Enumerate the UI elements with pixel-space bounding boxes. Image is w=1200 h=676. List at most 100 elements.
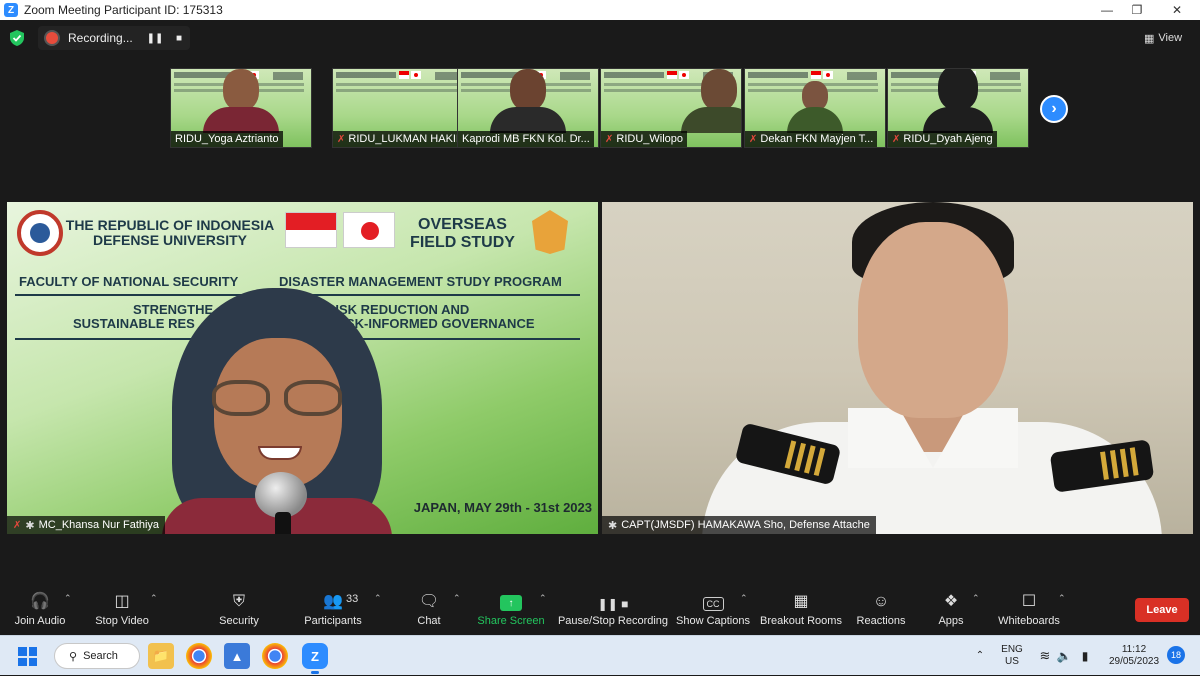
main-video-tile[interactable]: THE REPUBLIC OF INDONESIA DEFENSE UNIVER… (7, 202, 598, 534)
mic-muted-icon: ✗ (749, 133, 758, 145)
window-titlebar: Z Zoom Meeting Participant ID: 175313 — … (0, 0, 1200, 20)
meeting-toolbar: 🎧 Join Audio ⌃ ◫ Stop Video ⌃ ⛨ Security… (0, 585, 1200, 635)
stop-video-button[interactable]: ◫ Stop Video (92, 585, 152, 635)
chat-button[interactable]: 🗨 Chat (412, 585, 446, 635)
participants-icon: 👥 (323, 593, 343, 610)
whiteboard-icon: ☐ (1021, 593, 1037, 610)
video-name-label: ✱ CAPT(JMSDF) HAMAKAWA Sho, Defense Atta… (602, 516, 876, 534)
wifi-icon[interactable]: ≋ (1036, 636, 1054, 676)
apps-icon: ❖ (943, 593, 959, 610)
participants-options-caret[interactable]: ⌃ (374, 593, 382, 604)
notification-badge[interactable]: 18 (1167, 646, 1185, 664)
audio-options-caret[interactable]: ⌃ (64, 593, 72, 604)
taskbar-search-box[interactable]: ⚲ Search (54, 643, 140, 669)
participant-thumbnail[interactable]: ✗ RIDU_Wilopo (600, 68, 742, 148)
record-dot-icon (46, 32, 58, 44)
security-button[interactable]: ⛨ Security (216, 585, 262, 635)
share-options-caret[interactable]: ⌃ (539, 593, 547, 604)
participant-video (490, 69, 566, 133)
field-study-emblem (532, 210, 568, 254)
participant-thumbnail[interactable]: Kaprodi MB FKN Kol. Dr... (457, 68, 599, 148)
windows-taskbar: ⚲ Search 📁 ▲ Z ⌃ ENG US ≋ 🔈 ▮ 11:12 29/0… (0, 635, 1200, 675)
speaker-icon[interactable]: 🔈 (1056, 636, 1072, 676)
file-explorer-icon[interactable]: 📁 (148, 643, 174, 669)
participant-video (203, 69, 279, 133)
main-video-tile[interactable]: ✱ CAPT(JMSDF) HAMAKAWA Sho, Defense Atta… (602, 202, 1193, 534)
whiteboards-button[interactable]: ☐ Whiteboards (998, 585, 1060, 635)
participant-thumbnail[interactable]: ✗ Dekan FKN Mayjen T... (744, 68, 886, 148)
slide-background (333, 69, 473, 99)
slide-faculty: FACULTY OF NATIONAL SECURITY (19, 274, 239, 289)
participant-thumbnail[interactable]: ✗ RIDU_LUKMAN HAKIM (332, 68, 474, 148)
breakout-grid-icon: ▦ (793, 593, 809, 610)
japan-flag-icon (343, 212, 395, 248)
mic-muted-icon: ✗ (13, 519, 22, 531)
participant-thumbnail[interactable]: RIDU_Yoga Aztrianto (170, 68, 312, 148)
next-page-button[interactable]: › (1040, 95, 1068, 123)
participant-name: RIDU_Yoga Aztrianto (171, 131, 283, 147)
participants-count: 33 (346, 593, 359, 605)
speaker-video (662, 202, 1162, 534)
windows-start-icon[interactable] (18, 647, 37, 666)
participant-video (923, 69, 993, 133)
join-audio-button[interactable]: 🎧 Join Audio (12, 585, 68, 635)
reactions-button[interactable]: ☺ Reactions (857, 585, 906, 635)
close-button[interactable]: ✕ (1154, 0, 1200, 20)
participant-name: ✗ RIDU_LUKMAN HAKIM (333, 131, 470, 147)
show-captions-button[interactable]: CC Show Captions (676, 585, 750, 635)
slide-university-title: THE REPUBLIC OF INDONESIA DEFENSE UNIVER… (65, 217, 275, 248)
indonesia-flag-icon (285, 212, 337, 248)
recording-label: Recording... (68, 31, 133, 45)
mic-muted-icon: ✗ (892, 133, 901, 145)
headphones-icon: 🎧 (30, 593, 50, 610)
participant-name: Kaprodi MB FKN Kol. Dr... (458, 131, 594, 147)
pause-stop-recording-button[interactable]: ❚❚ ■ Pause/Stop Recording (558, 585, 668, 635)
video-name-label: ✗ ✱ MC_Khansa Nur Fathiya (7, 516, 166, 534)
whiteboards-options-caret[interactable]: ⌃ (1058, 593, 1066, 604)
meeting-top-bar: Recording... ❚❚ ■ ▦ View (0, 20, 1200, 56)
participant-video (681, 69, 741, 133)
chat-options-caret[interactable]: ⌃ (453, 593, 461, 604)
view-button[interactable]: ▦ View (1144, 28, 1194, 48)
share-screen-button[interactable]: ↑ Share Screen (477, 585, 545, 635)
apps-button[interactable]: ❖ Apps (938, 585, 964, 635)
breakout-rooms-button[interactable]: ▦ Breakout Rooms (760, 585, 842, 635)
leave-button[interactable]: Leave (1135, 598, 1189, 622)
microphone-prop (255, 472, 311, 534)
participant-thumbnail[interactable]: ✗ RIDU_Dyah Ajeng (887, 68, 1029, 148)
shield-icon: ⛨ (232, 593, 245, 610)
video-options-caret[interactable]: ⌃ (150, 593, 158, 604)
captions-options-caret[interactable]: ⌃ (740, 593, 748, 604)
search-icon: ⚲ (69, 650, 78, 663)
mic-muted-icon: ✗ (605, 133, 614, 145)
clock[interactable]: 11:12 29/05/2023 (1104, 636, 1164, 676)
spotlight-pin-icon: ✱ (25, 519, 35, 532)
window-title: Zoom Meeting Participant ID: 175313 (24, 3, 223, 17)
participant-name: ✗ Dekan FKN Mayjen T... (745, 131, 878, 147)
participant-video (787, 81, 843, 133)
view-label: View (1158, 32, 1183, 44)
share-screen-icon: ↑ (500, 595, 522, 611)
smiley-plus-icon: ☺ (872, 593, 890, 610)
slide-program-title: OVERSEAS FIELD STUDY (410, 216, 515, 251)
chrome-icon[interactable] (186, 643, 212, 669)
slide-study-program: DISASTER MANAGEMENT STUDY PROGRAM (279, 274, 562, 289)
pause-stop-icon: ❚❚ ■ (597, 597, 629, 611)
video-camera-icon: ◫ (114, 593, 130, 610)
spotlight-pin-icon: ✱ (608, 519, 618, 532)
photos-app-icon[interactable]: ▲ (224, 643, 250, 669)
slide-date: JAPAN, MAY 29th - 31st 2023 (413, 500, 592, 515)
pause-recording-icon[interactable]: ❚❚ (146, 29, 164, 47)
participant-name: ✗ RIDU_Dyah Ajeng (888, 131, 997, 147)
shield-check-icon[interactable] (10, 30, 24, 46)
closed-captions-icon: CC (702, 597, 724, 611)
language-indicator[interactable]: ENG US (998, 636, 1026, 676)
recording-indicator: Recording... ❚❚ ■ (38, 26, 190, 50)
zoom-taskbar-icon[interactable]: Z (302, 643, 328, 674)
show-hidden-icons-caret[interactable]: ⌃ (972, 636, 988, 676)
battery-icon[interactable]: ▮ (1076, 636, 1094, 676)
chat-bubble-icon: 🗨 (418, 593, 440, 610)
apps-options-caret[interactable]: ⌃ (972, 593, 980, 604)
chrome-profile-icon[interactable] (262, 643, 288, 669)
stop-recording-icon[interactable]: ■ (170, 29, 188, 47)
